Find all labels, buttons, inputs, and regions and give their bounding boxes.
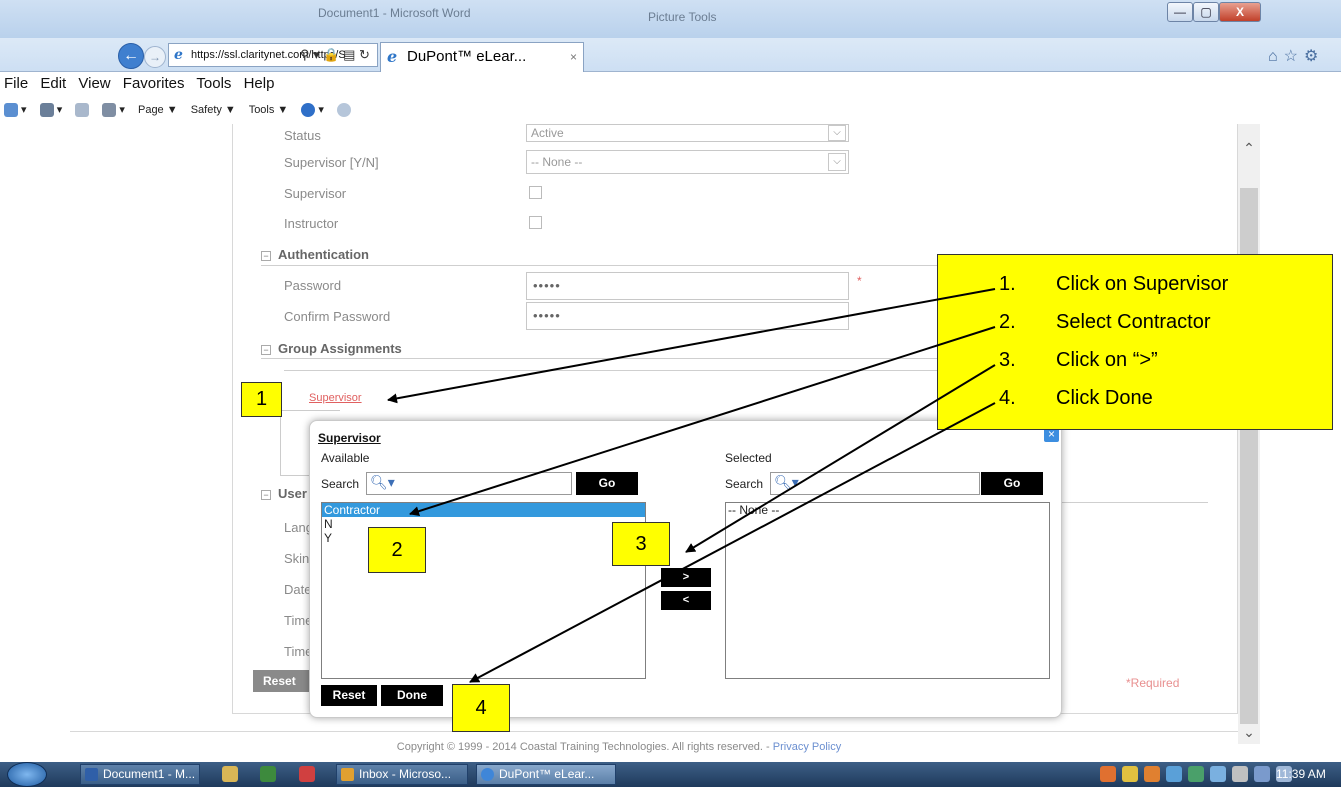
arrow-to-supervisor-link bbox=[387, 288, 996, 404]
outlook-icon bbox=[341, 768, 354, 781]
tray-flag-icon[interactable] bbox=[1254, 766, 1270, 782]
tray-icon[interactable] bbox=[1188, 766, 1204, 782]
tray-mail-icon[interactable] bbox=[1122, 766, 1138, 782]
word-icon bbox=[85, 768, 98, 781]
tray-icon[interactable] bbox=[1100, 766, 1116, 782]
clock[interactable]: 11:39 AM bbox=[1276, 762, 1326, 787]
start-button[interactable] bbox=[7, 762, 47, 787]
taskbar-item-outlook[interactable]: Inbox - Microso... bbox=[336, 764, 468, 785]
taskbar-item-ie[interactable]: DuPont™ eLear... bbox=[476, 764, 616, 785]
taskbar-item-word[interactable]: Document1 - M... bbox=[80, 764, 200, 785]
ie-icon bbox=[481, 768, 494, 781]
explorer-icon[interactable] bbox=[222, 766, 238, 782]
tray-network-icon[interactable] bbox=[1210, 766, 1226, 782]
taskbar-word-label: Document1 - M... bbox=[103, 767, 196, 781]
pdf-icon[interactable] bbox=[299, 766, 315, 782]
tray-icon[interactable] bbox=[1144, 766, 1160, 782]
taskbar: Document1 - M... Inbox - Microso... DuPo… bbox=[0, 762, 1341, 787]
callout-arrows bbox=[387, 288, 996, 683]
excel-icon[interactable] bbox=[260, 766, 276, 782]
tray-icon[interactable] bbox=[1166, 766, 1182, 782]
taskbar-ie-label: DuPont™ eLear... bbox=[499, 767, 595, 781]
tray-icon[interactable] bbox=[1232, 766, 1248, 782]
arrow-to-contractor bbox=[409, 326, 996, 517]
arrow-to-move-right bbox=[685, 364, 996, 553]
taskbar-outlook-label: Inbox - Microso... bbox=[359, 767, 452, 781]
arrow-to-done bbox=[469, 402, 996, 683]
